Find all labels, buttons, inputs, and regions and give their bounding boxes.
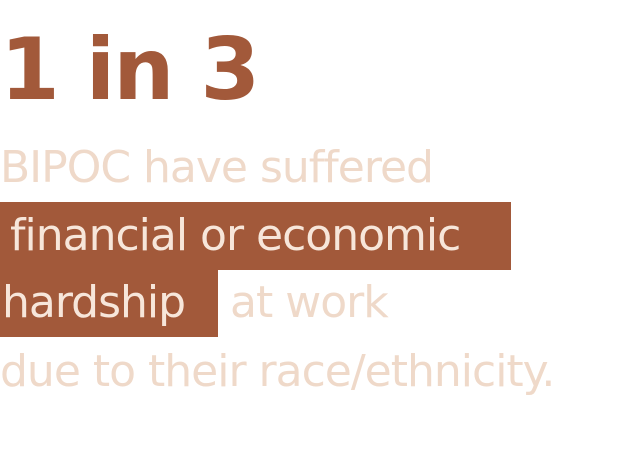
highlight-hardship: hardship — [0, 269, 218, 337]
statement-line-1: BIPOC have suffered — [0, 142, 434, 193]
statement-at-work: at work — [230, 277, 389, 328]
highlight-financial-economic: financial or economic — [0, 202, 511, 270]
statement-line-3: hardship at work — [0, 269, 389, 337]
statement-line-4: due to their race/ethnicity. — [0, 346, 555, 397]
statement-line-2: financial or economic — [0, 202, 511, 270]
headline-stat: 1 in 3 — [0, 20, 260, 120]
